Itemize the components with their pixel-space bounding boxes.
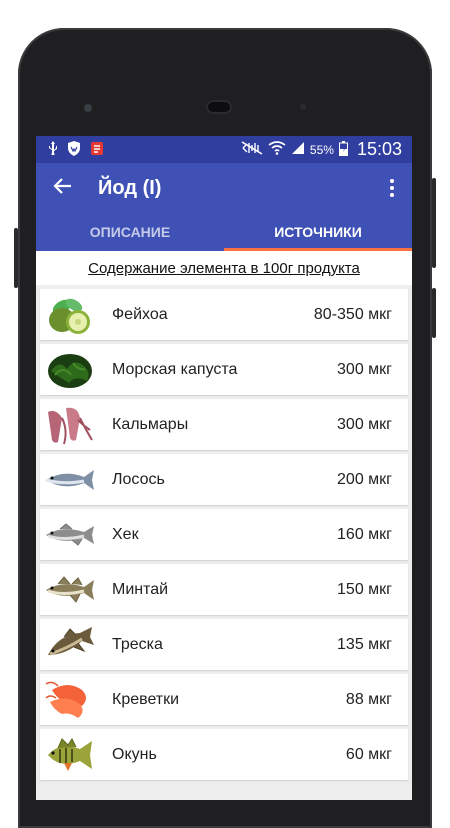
- tab-bar: ОПИСАНИЕ ИСТОЧНИКИ: [36, 213, 412, 251]
- battery-icon: [338, 140, 348, 159]
- signal-icon: [291, 141, 305, 158]
- item-amount: 135 мкг: [337, 635, 392, 653]
- clock: 15:03: [356, 139, 402, 159]
- proximity-sensor: [300, 104, 306, 110]
- arrow-back-icon: [52, 177, 72, 200]
- front-camera: [84, 104, 92, 112]
- back-button[interactable]: [36, 163, 88, 213]
- list-item[interactable]: Лосось 200 мкг: [40, 454, 408, 505]
- usb-icon: [48, 141, 58, 158]
- toolbar: Йод (I): [36, 163, 412, 213]
- item-amount: 150 мкг: [337, 580, 392, 598]
- volume-button: [432, 178, 436, 268]
- overflow-menu-button[interactable]: [382, 176, 402, 200]
- item-name: Креветки: [112, 690, 180, 708]
- item-amount: 88 мкг: [345, 690, 392, 708]
- tab-description[interactable]: ОПИСАНИЕ: [36, 213, 224, 251]
- pollock-icon: [42, 567, 98, 613]
- list-item[interactable]: Кальмары 300 мкг: [40, 399, 408, 450]
- list-item[interactable]: Минтай 150 мкг: [40, 564, 408, 615]
- wifi-icon: [268, 141, 286, 158]
- earpiece-speaker: [206, 100, 232, 114]
- menu-dot: [390, 179, 394, 183]
- item-amount: 200 мкг: [337, 470, 392, 488]
- seaweed-icon: [42, 347, 98, 393]
- perch-icon: [42, 732, 98, 778]
- shrimp-icon: [42, 677, 98, 723]
- list-item[interactable]: Морская капуста 300 мкг: [40, 344, 408, 395]
- item-amount: 60 мкг: [345, 745, 392, 763]
- list-item[interactable]: Фейхоа 80-350 мкг: [40, 289, 408, 340]
- sources-list: Фейхоа 80-350 мкг Морская капуста 300 мк…: [36, 289, 412, 780]
- item-amount: 160 мкг: [337, 525, 392, 543]
- battery-percent: 55%: [309, 142, 334, 157]
- power-button: [14, 228, 18, 288]
- side-button: [432, 288, 436, 338]
- list-item[interactable]: Треска 135 мкг: [40, 619, 408, 670]
- list-item[interactable]: Креветки 88 мкг: [40, 674, 408, 725]
- hake-icon: [42, 512, 98, 558]
- item-name: Кальмары: [112, 415, 189, 433]
- item-amount: 80-350 мкг: [313, 305, 392, 323]
- item-amount: 300 мкг: [337, 360, 392, 378]
- item-name: Окунь: [112, 745, 157, 763]
- feijoa-icon: [42, 292, 98, 338]
- status-bar: 55% 15:03: [36, 136, 412, 163]
- tab-indicator: [224, 248, 412, 251]
- item-amount: 300 мкг: [337, 415, 392, 433]
- item-name: Хек: [112, 525, 139, 543]
- item-name: Лосось: [112, 470, 165, 488]
- cod-icon: [42, 622, 98, 668]
- list-item[interactable]: Окунь 60 мкг: [40, 729, 408, 780]
- tab-sources[interactable]: ИСТОЧНИКИ: [224, 213, 412, 251]
- menu-dot: [390, 186, 394, 190]
- item-name: Треска: [112, 635, 163, 653]
- sources-content: Содержание элемента в 100г продукта Фейх…: [36, 251, 412, 780]
- page-title: Йод (I): [98, 176, 162, 199]
- vpn-icon: [90, 141, 104, 159]
- item-name: Минтай: [112, 580, 169, 598]
- list-item[interactable]: Хек 160 мкг: [40, 509, 408, 560]
- menu-dot: [390, 193, 394, 197]
- salmon-icon: [42, 457, 98, 503]
- item-name: Фейхоа: [112, 305, 168, 323]
- squid-icon: [42, 402, 98, 448]
- screen: 55% 15:03 Йод (I) ОПИСАНИЕ ИСТОЧНИКИ Сод…: [36, 136, 412, 800]
- mute-icon: [241, 141, 263, 158]
- shield-app-icon: [67, 140, 81, 159]
- item-name: Морская капуста: [112, 360, 238, 378]
- section-heading: Содержание элемента в 100г продукта: [36, 251, 412, 285]
